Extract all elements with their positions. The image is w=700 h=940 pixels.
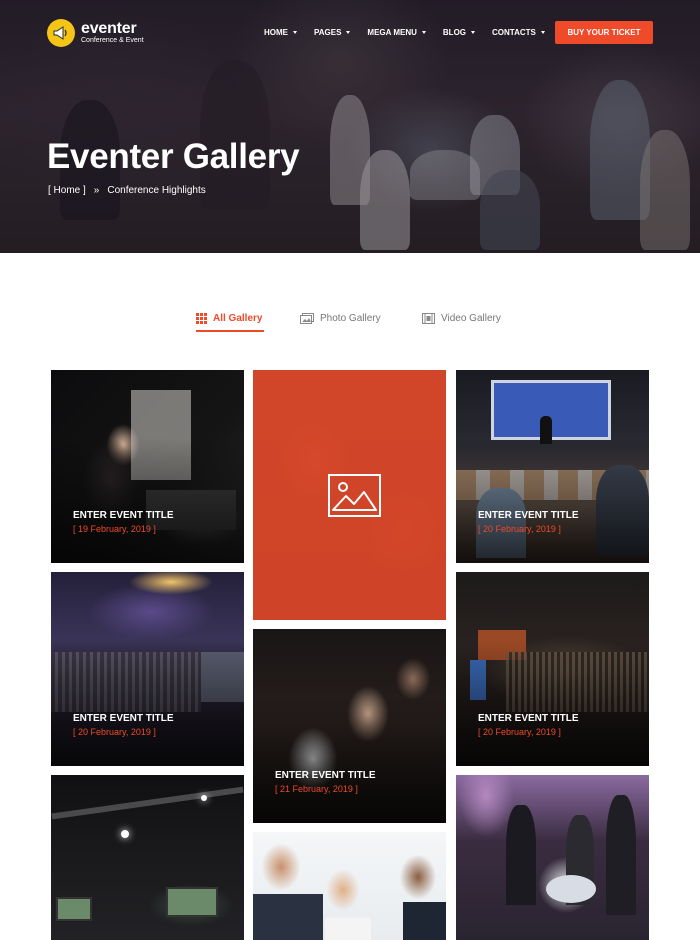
breadcrumb-current: Conference Highlights — [107, 185, 206, 196]
grid-icon — [196, 313, 207, 327]
gallery-item[interactable] — [253, 370, 446, 620]
event-title: ENTER EVENT TITLE — [275, 770, 376, 781]
chevron-down-icon — [346, 31, 351, 34]
gallery-item[interactable]: ENTER EVENT TITLE [ 21 February, 2019 ] — [253, 629, 446, 823]
logo-brand: eventer — [81, 20, 137, 37]
event-title: ENTER EVENT TITLE — [478, 713, 579, 724]
breadcrumb: [ Home ] » Conference Highlights — [48, 185, 214, 196]
event-title: ENTER EVENT TITLE — [73, 713, 174, 724]
logo[interactable]: eventer Conference & Event — [47, 19, 144, 47]
tab-label: Video Gallery — [441, 313, 501, 324]
nav-item-label: CONTACTS — [492, 28, 536, 37]
gallery-item[interactable]: ENTER EVENT TITLE [ 19 February, 2019 ] — [51, 370, 244, 563]
nav-item-home[interactable]: HOME — [264, 28, 297, 37]
gallery-item[interactable] — [51, 775, 244, 940]
tab-label: Photo Gallery — [320, 313, 381, 324]
nav-item-label: BLOG — [442, 28, 467, 37]
photo-icon — [300, 313, 314, 327]
event-date: [ 21 February, 2019 ] — [275, 784, 358, 794]
nav-item-label: MEGA MENU — [367, 28, 417, 37]
gallery-tabs: All Gallery Photo Gallery Video Gallery — [0, 313, 700, 333]
page-title: Eventer Gallery — [47, 137, 300, 176]
gallery-item[interactable]: ENTER EVENT TITLE [ 20 February, 2019 ] — [456, 370, 649, 563]
chevron-down-icon — [293, 31, 297, 34]
nav-item-mega-menu[interactable]: MEGA MENU — [367, 28, 426, 37]
nav-item-label: PAGES — [314, 28, 342, 37]
tab-label: All Gallery — [213, 313, 263, 324]
event-date: [ 20 February, 2019 ] — [478, 727, 561, 737]
gallery-item[interactable] — [253, 832, 446, 940]
logo-tagline: Conference & Event — [81, 37, 144, 44]
buy-ticket-button[interactable]: BUY YOUR TICKET — [555, 21, 653, 44]
image-icon — [328, 474, 381, 522]
megaphone-icon — [47, 19, 75, 47]
nav-item-pages[interactable]: PAGES — [314, 28, 351, 37]
event-date: [ 20 February, 2019 ] — [478, 524, 561, 534]
nav-item-contacts[interactable]: CONTACTS — [492, 28, 545, 37]
event-title: ENTER EVENT TITLE — [478, 510, 579, 521]
gallery-item[interactable]: ENTER EVENT TITLE [ 20 February, 2019 ] — [456, 572, 649, 766]
event-title: ENTER EVENT TITLE — [73, 510, 174, 521]
event-date: [ 19 February, 2019 ] — [73, 524, 156, 534]
tab-video-gallery[interactable]: Video Gallery — [422, 313, 501, 333]
film-icon — [422, 313, 435, 327]
tab-all-gallery[interactable]: All Gallery — [196, 313, 264, 333]
main-nav: HOME PAGES MEGA MENU BLOG CONTACTS — [264, 28, 562, 37]
tab-photo-gallery[interactable]: Photo Gallery — [300, 313, 381, 333]
breadcrumb-home[interactable]: [ Home ] — [48, 185, 86, 196]
nav-item-blog[interactable]: BLOG — [442, 28, 476, 37]
event-date: [ 20 February, 2019 ] — [73, 727, 156, 737]
nav-item-label: HOME — [264, 28, 288, 37]
breadcrumb-separator: » — [93, 185, 100, 196]
chevron-down-icon — [421, 31, 426, 34]
chevron-down-icon — [471, 31, 476, 34]
gallery-item[interactable]: ENTER EVENT TITLE [ 20 February, 2019 ] — [51, 572, 244, 766]
gallery-item[interactable] — [456, 775, 649, 940]
chevron-down-icon — [540, 31, 545, 34]
